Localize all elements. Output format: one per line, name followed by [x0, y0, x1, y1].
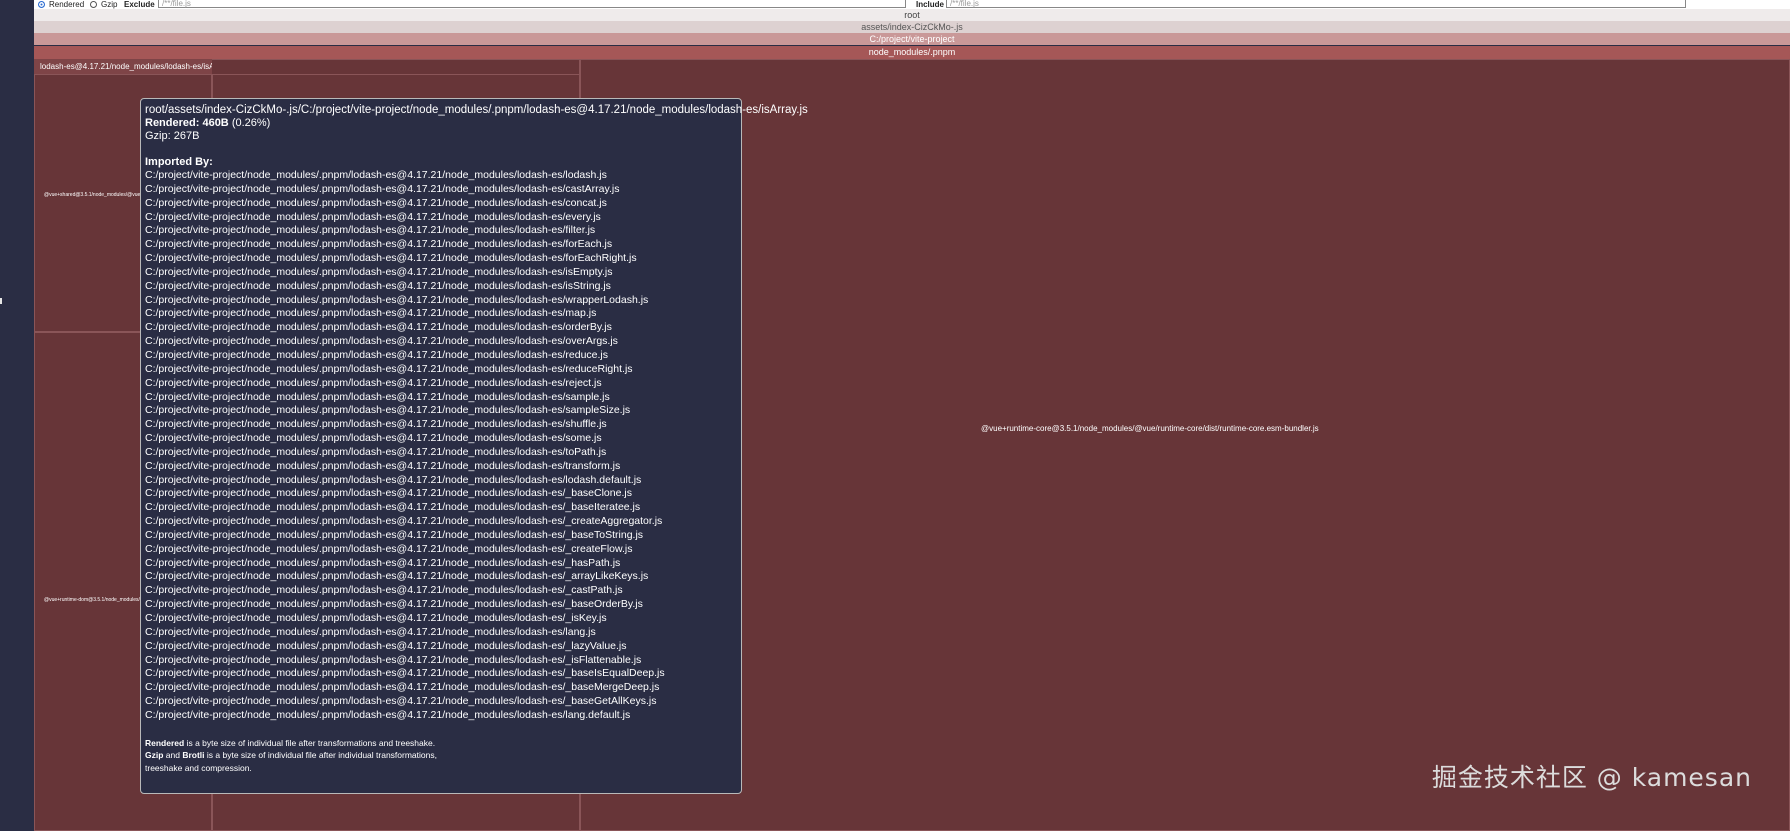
imported-by-item: C:/project/vite-project/node_modules/.pn…	[145, 708, 631, 721]
imported-by-item: C:/project/vite-project/node_modules/.pn…	[145, 362, 633, 375]
imported-by-item: C:/project/vite-project/node_modules/.pn…	[145, 528, 644, 541]
imported-by-item: C:/project/vite-project/node_modules/.pn…	[145, 473, 642, 486]
watermark: 掘金技术社区 @ kamesan	[1431, 763, 1752, 792]
tooltip-rendered-pct: (0.26%)	[228, 117, 271, 129]
note-line-compression: treeshake and compression.	[145, 762, 252, 773]
exclude-label: Exclude	[124, 0, 155, 9]
imported-by-item: C:/project/vite-project/node_modules/.pn…	[145, 653, 642, 666]
note-rendered-text: is a byte size of individual file after …	[184, 737, 436, 748]
note-line-gzip: Gzip and Brotli is a byte size of indivi…	[145, 749, 737, 762]
imported-by-item: C:/project/vite-project/node_modules/.pn…	[145, 390, 610, 403]
imported-by-item: C:/project/vite-project/node_modules/.pn…	[145, 210, 601, 223]
imported-by-list: C:/project/vite-project/node_modules/.pn…	[145, 169, 737, 723]
note-gzip-text: is a byte size of individual file after …	[204, 750, 437, 761]
imported-by-item: C:/project/vite-project/node_modules/.pn…	[145, 515, 663, 528]
imported-by-item: C:/project/vite-project/node_modules/.pn…	[145, 487, 632, 500]
imported-by-item: C:/project/vite-project/node_modules/.pn…	[145, 445, 607, 458]
gzip-radio-option[interactable]: Gzip	[90, 0, 117, 9]
exclude-label-wrap: Exclude	[124, 0, 155, 9]
imported-by-item: C:/project/vite-project/node_modules/.pn…	[145, 501, 641, 514]
module-tooltip: root/assets/index-CizCkMo-.js/C:/project…	[140, 98, 808, 794]
runtime-core-label: @vue+runtime-core@3.5.1/node_modules/@vu…	[981, 424, 1319, 433]
include-label-wrap: Include	[916, 0, 944, 9]
treemap-root-bar[interactable]: root	[34, 9, 1790, 21]
imported-by-item: C:/project/vite-project/node_modules/.pn…	[145, 556, 621, 569]
imported-by-item: C:/project/vite-project/node_modules/.pn…	[145, 335, 618, 348]
imported-by-item: C:/project/vite-project/node_modules/.pn…	[145, 459, 621, 472]
imported-by-item: C:/project/vite-project/node_modules/.pn…	[145, 307, 597, 320]
tooltip-gzip: Gzip: 267B	[145, 130, 200, 142]
note-line-rendered: Rendered is a byte size of individual fi…	[145, 737, 737, 750]
imported-by-item: C:/project/vite-project/node_modules/.pn…	[145, 432, 602, 445]
treemap-project-bar[interactable]: C:/project/vite-project	[34, 33, 1790, 45]
treemap-runtime-core-cell[interactable]	[580, 59, 1790, 831]
tooltip-rendered: Rendered: 460B (0.26%)	[145, 117, 737, 130]
lodash-isarray-header[interactable]: lodash-es@4.17.21/node_modules/lodash-es…	[34, 59, 212, 74]
gzip-radio[interactable]	[90, 1, 97, 8]
treemap-assets-bar[interactable]: assets/index-CizCkMo-.js	[34, 21, 1790, 33]
imported-by-item: C:/project/vite-project/node_modules/.pn…	[145, 376, 602, 389]
imported-by-item: C:/project/vite-project/node_modules/.pn…	[145, 639, 627, 652]
rendered-label: Rendered	[49, 0, 85, 9]
rendered-radio[interactable]	[38, 1, 45, 8]
imported-by-item: C:/project/vite-project/node_modules/.pn…	[145, 584, 623, 597]
imported-by-item: C:/project/vite-project/node_modules/.pn…	[145, 570, 649, 583]
imported-by-item: C:/project/vite-project/node_modules/.pn…	[145, 418, 607, 431]
left-edge-marker	[0, 298, 2, 304]
imported-by-item: C:/project/vite-project/node_modules/.pn…	[145, 182, 620, 195]
imported-by-item: C:/project/vite-project/node_modules/.pn…	[145, 169, 607, 181]
note-brotli-key: Brotli	[182, 750, 205, 761]
imported-by-item: C:/project/vite-project/node_modules/.pn…	[145, 252, 637, 265]
note-gzip-key: Gzip	[145, 750, 164, 761]
note-and: and	[163, 750, 183, 761]
imported-by-item: C:/project/vite-project/node_modules/.pn…	[145, 293, 649, 306]
note-rendered-key: Rendered	[145, 737, 185, 748]
imported-by-item: C:/project/vite-project/node_modules/.pn…	[145, 598, 643, 611]
treemap-pnpm-bar[interactable]: node_modules/.pnpm	[34, 46, 1790, 59]
imported-by-item: C:/project/vite-project/node_modules/.pn…	[145, 348, 609, 361]
imported-by-item: C:/project/vite-project/node_modules/.pn…	[145, 279, 611, 292]
tooltip-path: root/assets/index-CizCkMo-.js/C:/project…	[145, 104, 808, 116]
gzip-label: Gzip	[101, 0, 118, 9]
imported-by-item: C:/project/vite-project/node_modules/.pn…	[145, 681, 660, 694]
tooltip-rendered-key: Rendered: 460B	[145, 117, 229, 129]
imported-by-item: C:/project/vite-project/node_modules/.pn…	[145, 238, 613, 251]
rendered-radio-option[interactable]: Rendered	[38, 0, 84, 9]
imported-by-item: C:/project/vite-project/node_modules/.pn…	[145, 612, 607, 624]
include-label: Include	[916, 0, 945, 9]
imported-by-item: C:/project/vite-project/node_modules/.pn…	[145, 667, 665, 680]
left-sidebar-strip	[0, 0, 34, 831]
exclude-input[interactable]: /**/file.js	[158, 0, 906, 8]
imported-by-item: C:/project/vite-project/node_modules/.pn…	[145, 224, 596, 237]
imported-by-item: C:/project/vite-project/node_modules/.pn…	[145, 321, 612, 334]
imported-by-item: C:/project/vite-project/node_modules/.pn…	[145, 265, 613, 278]
imported-by-item: C:/project/vite-project/node_modules/.pn…	[145, 196, 607, 209]
imported-by-item: C:/project/vite-project/node_modules/.pn…	[145, 695, 657, 708]
tooltip-note: Rendered is a byte size of individual fi…	[145, 737, 737, 775]
include-input[interactable]: /**/file.js	[946, 0, 1686, 8]
imported-by-item: C:/project/vite-project/node_modules/.pn…	[145, 625, 596, 638]
tooltip-imported-by-heading: Imported By:	[145, 156, 213, 168]
imported-by-item: C:/project/vite-project/node_modules/.pn…	[145, 542, 633, 555]
imported-by-item: C:/project/vite-project/node_modules/.pn…	[145, 404, 631, 417]
